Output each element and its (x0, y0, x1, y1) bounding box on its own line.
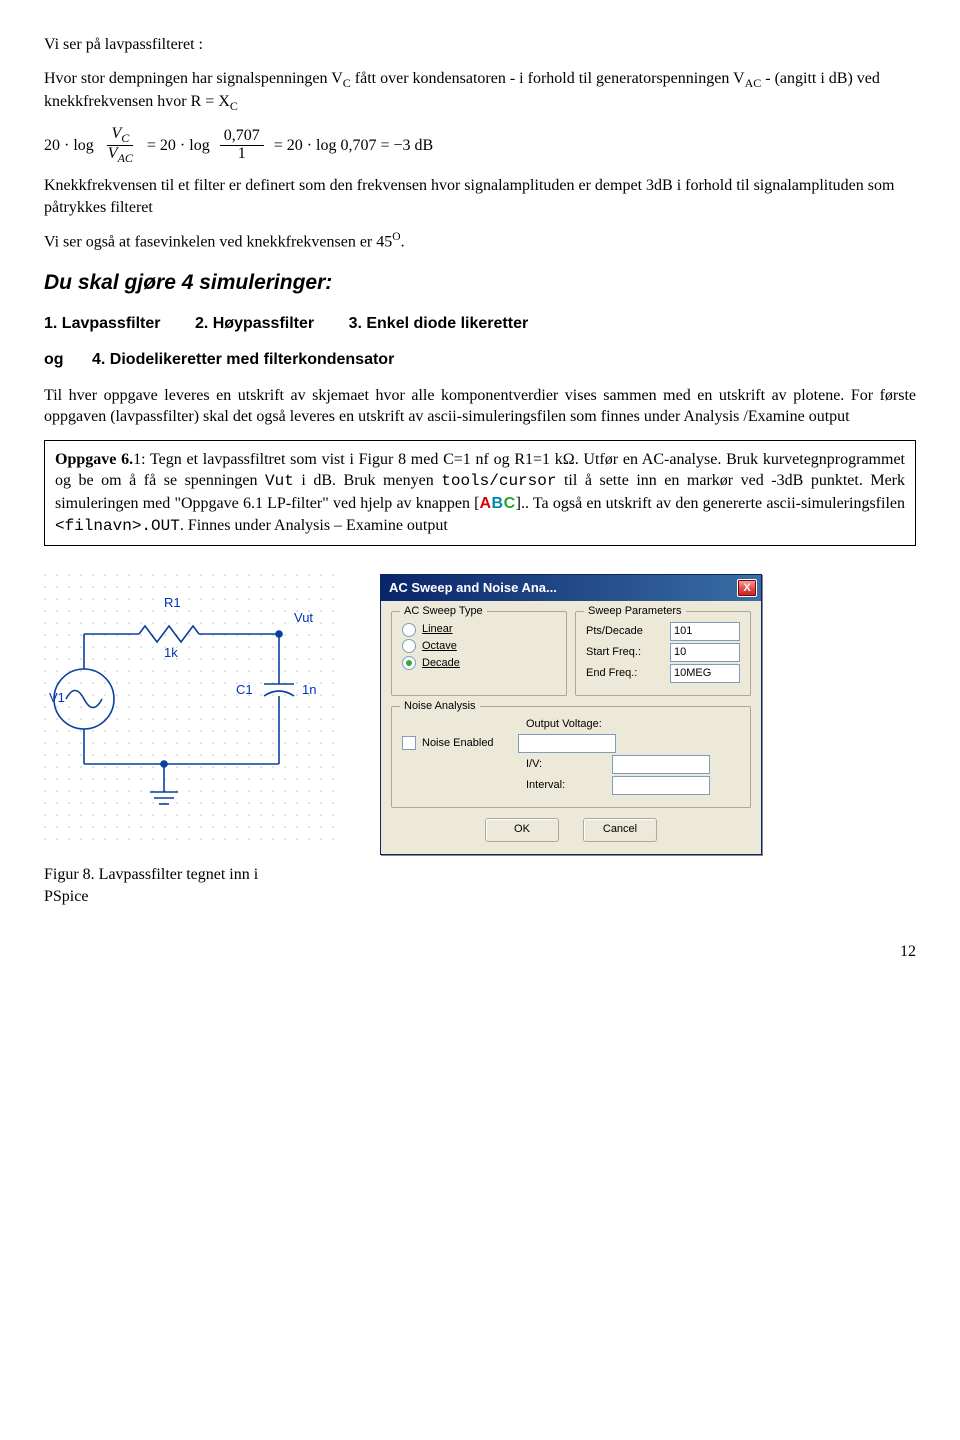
figure-circuit-schematic: R1 1k V1 Vut C1 1n (44, 574, 344, 844)
heading-simuleringer: Du skal gjøre 4 simuleringer: (44, 269, 916, 297)
label-c1: C1 (236, 681, 253, 699)
checkbox-noise-enabled[interactable] (402, 736, 416, 750)
text: 1 (234, 146, 250, 163)
text: ].. Ta også en utskrift av den genererte… (516, 495, 905, 512)
label-end-freq: End Freq.: (586, 666, 664, 681)
subscript-ac: AC (745, 76, 762, 90)
intro-para-1: Hvor stor dempningen har signalspenninge… (44, 68, 916, 115)
sim-options-line-1: 1. Lavpassfilter 2. Høypassfilter 3. Enk… (44, 313, 916, 335)
equation-db: 20 · log VC VAC = 20 · log 0,707 1 = 20 … (44, 126, 916, 165)
text-og: og (44, 351, 64, 368)
intro-line-1: Vi ser på lavpassfilteret : (44, 34, 916, 56)
text: 1 (133, 451, 141, 468)
fieldset-sweep-parameters: Sweep Parameters Pts/Decade 101 Start Fr… (575, 611, 751, 696)
label-r1-value: 1k (164, 644, 178, 662)
text: . Finnes under Analysis – Examine output (180, 517, 448, 534)
text: Hvor stor dempningen har signalspenninge… (44, 70, 343, 87)
label-octave: Octave (422, 639, 457, 654)
text: V (111, 125, 121, 142)
option-hoypassfilter: 2. Høypassfilter (195, 315, 314, 332)
label-pts-decade: Pts/Decade (586, 624, 664, 639)
abc-b: B (492, 495, 504, 512)
label-r1: R1 (164, 594, 181, 612)
label-output-voltage: Output Voltage: (526, 717, 606, 732)
abc-c: C (504, 495, 516, 512)
input-pts-decade[interactable]: 101 (670, 622, 740, 641)
input-iv[interactable] (612, 755, 710, 774)
text: = 20 · log 0,707 = −3 dB (274, 135, 434, 157)
fraction-0707-over-1: 0,707 1 (220, 128, 264, 163)
text: AC (118, 151, 133, 165)
text: Oppgave 6. (55, 451, 133, 468)
subscript-c2: C (230, 99, 238, 113)
code-filename: <filnavn>.OUT (55, 517, 180, 535)
fieldset-sweep-type: AC Sweep Type Linear Octave Decade (391, 611, 567, 696)
label-c1-value: 1n (302, 681, 316, 699)
text: fått over kondensatoren - i forhold til … (351, 70, 745, 87)
close-button[interactable]: X (737, 579, 757, 597)
boxed-task-6-1: Oppgave 6.1: Tegn et lavpassfiltret som … (44, 440, 916, 546)
label-noise-enabled: Noise Enabled (422, 736, 494, 751)
radio-decade[interactable] (402, 656, 416, 670)
input-start-freq[interactable]: 10 (670, 643, 740, 662)
subscript-c: C (343, 76, 351, 90)
legend-noise-analysis: Noise Analysis (400, 699, 480, 714)
legend-sweep-type: AC Sweep Type (400, 604, 487, 619)
code-menu: tools/cursor (441, 472, 556, 490)
fieldset-noise-analysis: Noise Analysis Output Voltage: Noise Ena… (391, 706, 751, 808)
text: = 20 · log (147, 135, 210, 157)
radio-linear[interactable] (402, 623, 416, 637)
ok-button[interactable]: OK (485, 818, 559, 842)
option-diode-likeretter: 3. Enkel diode likeretter (349, 315, 529, 332)
abc-a: A (479, 495, 491, 512)
input-output-voltage[interactable] (518, 734, 616, 753)
fraction-vc-over-vac: VC VAC (104, 126, 137, 165)
label-linear: Linear (422, 622, 453, 637)
dialog-titlebar[interactable]: AC Sweep and Noise Ana... X (381, 575, 761, 601)
code-vut: Vut (265, 472, 294, 490)
intro-para-2: Knekkfrekvensen til et filter er definer… (44, 175, 916, 218)
legend-sweep-parameters: Sweep Parameters (584, 604, 686, 619)
label-decade: Decade (422, 656, 460, 671)
dialog-ac-sweep: AC Sweep and Noise Ana... X AC Sweep Typ… (380, 574, 762, 855)
para-instructions: Til hver oppgave leveres en utskrift av … (44, 385, 916, 428)
text: Vi ser også at fasevinkelen ved knekkfre… (44, 233, 392, 250)
page-number: 12 (44, 941, 916, 963)
sim-options-line-2: og 4. Diodelikeretter med filterkondensa… (44, 349, 916, 371)
text: C (121, 132, 129, 146)
radio-octave[interactable] (402, 639, 416, 653)
text: . (401, 233, 405, 250)
option-lavpassfilter: 1. Lavpassfilter (44, 315, 161, 332)
intro-para-3: Vi ser også at fasevinkelen ved knekkfre… (44, 230, 916, 253)
dialog-title: AC Sweep and Noise Ana... (389, 579, 731, 597)
superscript-o: O (392, 231, 400, 243)
label-iv: I/V: (526, 757, 606, 772)
text: 20 · log (44, 135, 94, 157)
label-interval: Interval: (526, 778, 606, 793)
input-interval[interactable] (612, 776, 710, 795)
label-vut: Vut (294, 609, 313, 627)
text: 0,707 (220, 128, 264, 146)
option-diodelikeretter-kondensator: 4. Diodelikeretter med filterkondensator (92, 351, 394, 368)
text: V (108, 145, 118, 162)
figure-caption: Figur 8. Lavpassfilter tegnet inn i PSpi… (44, 864, 294, 907)
cancel-button[interactable]: Cancel (583, 818, 657, 842)
label-start-freq: Start Freq.: (586, 645, 664, 660)
input-end-freq[interactable]: 10MEG (670, 664, 740, 683)
text: i dB. Bruk menyen (294, 472, 441, 489)
label-v1: V1 (49, 689, 65, 707)
